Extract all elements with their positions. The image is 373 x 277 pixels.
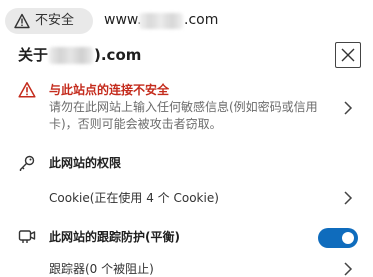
- chevron-right-icon[interactable]: [343, 191, 353, 205]
- security-label: 不安全: [35, 13, 75, 28]
- warning-triangle-icon: [14, 13, 30, 29]
- tracking-toggle[interactable]: [318, 228, 358, 248]
- tracking-title: 此网站的跟踪防护(平衡): [49, 230, 180, 244]
- panel-title-suffix: ).com: [94, 46, 142, 64]
- tracking-icon: [18, 230, 36, 243]
- cookie-item[interactable]: Cookie(正在使用 4 个 Cookie): [49, 190, 219, 206]
- redacted-title-domain: [49, 47, 93, 64]
- url-prefix[interactable]: www.: [104, 11, 142, 29]
- trackers-item[interactable]: 跟踪器(0 个被阻止): [49, 261, 154, 277]
- chevron-right-icon[interactable]: [343, 262, 353, 276]
- security-indicator-button[interactable]: 不安全: [5, 8, 93, 34]
- permissions-title: 此网站的权限: [49, 156, 122, 170]
- chevron-right-icon[interactable]: [343, 101, 353, 115]
- key-icon: [19, 155, 35, 171]
- panel-title-prefix: 关于: [18, 46, 49, 64]
- redacted-domain: [139, 13, 183, 29]
- address-bar: 不安全 www. .com: [0, 0, 373, 40]
- warning-description: 请勿在此网站上输入任何敏感信息(例如密码或信用卡)，否则可能会被攻击者窃取。: [49, 100, 318, 131]
- toggle-knob: [342, 232, 354, 244]
- url-suffix[interactable]: .com: [184, 11, 218, 29]
- warning-title: 与此站点的连接不安全: [49, 83, 170, 97]
- close-button[interactable]: [335, 42, 361, 68]
- close-icon: [341, 48, 355, 62]
- warning-triangle-icon: [18, 82, 36, 98]
